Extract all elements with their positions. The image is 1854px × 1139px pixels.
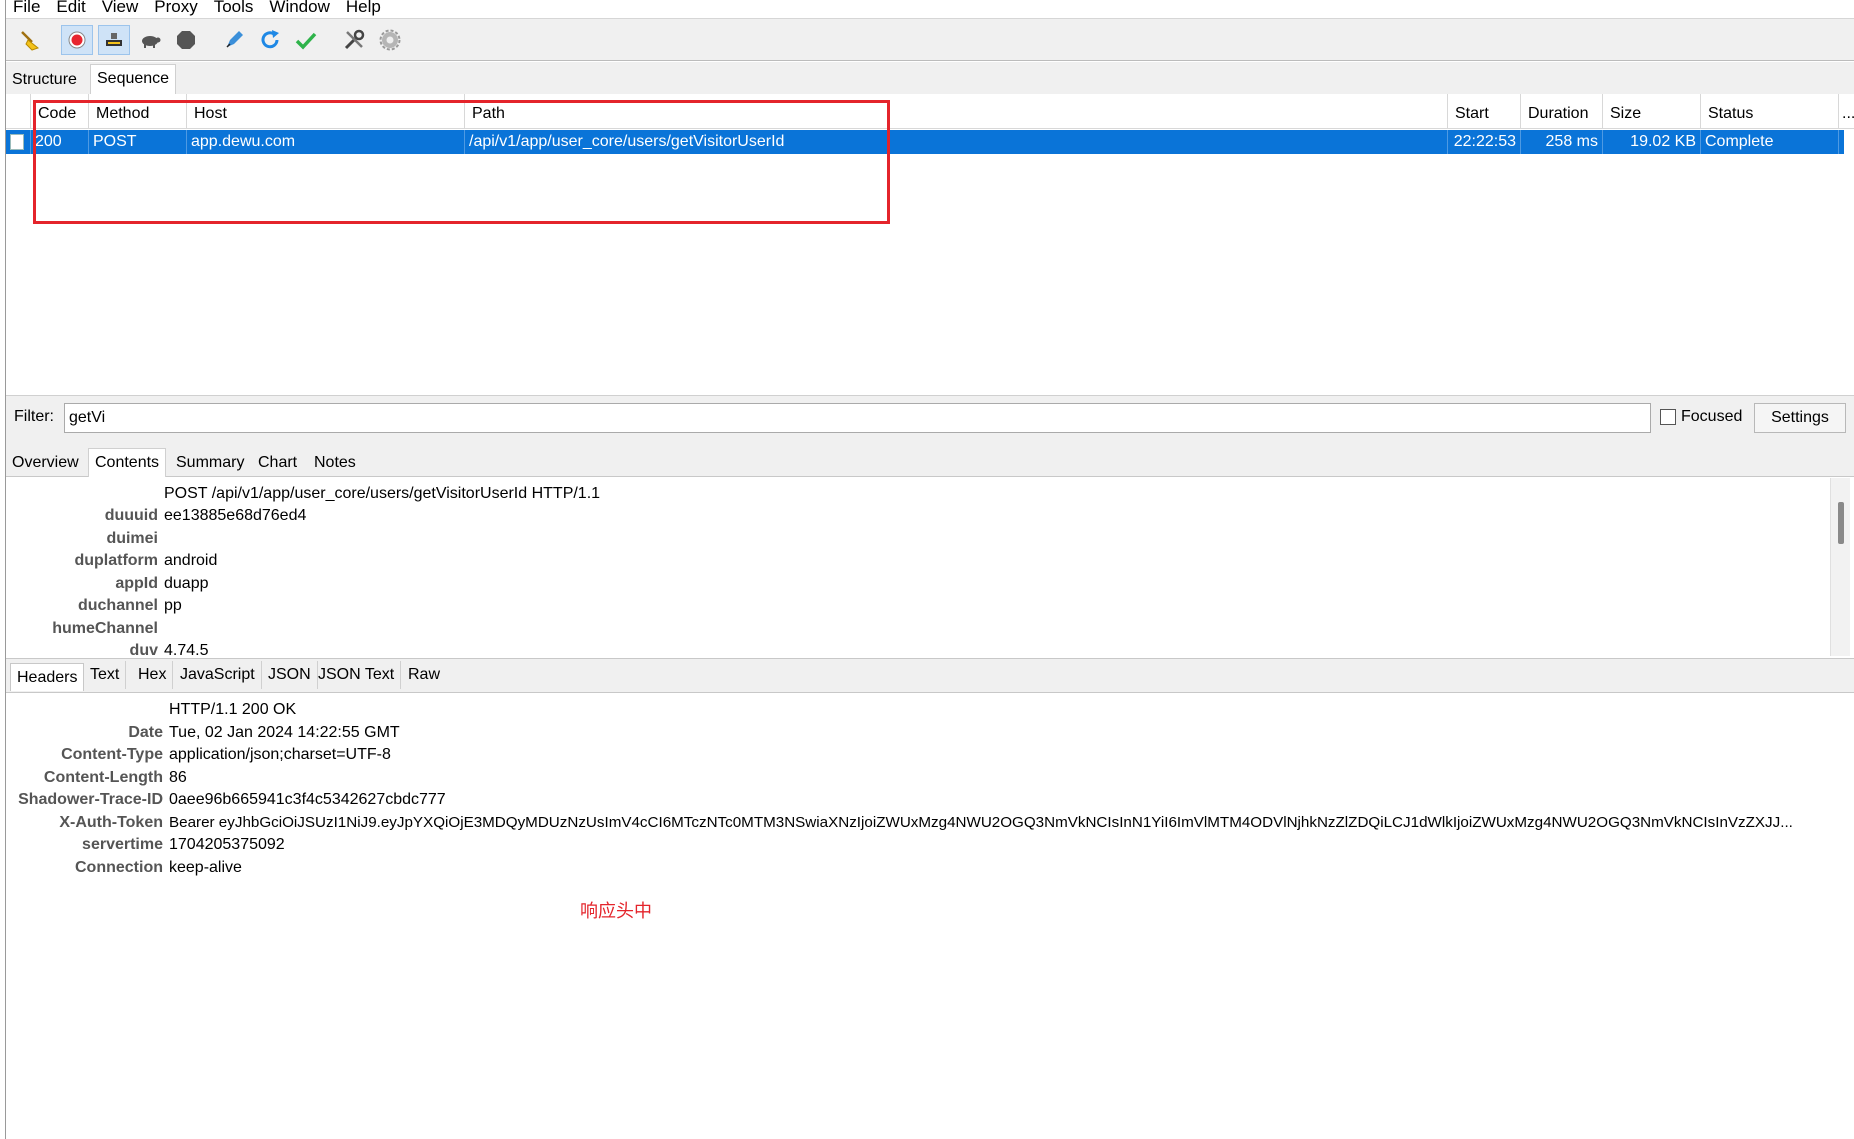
tab-chart[interactable]: Chart xyxy=(252,449,303,477)
menu-bar: File Edit View Proxy Tools Window Help xyxy=(6,0,1854,18)
filter-label: Filter: xyxy=(14,408,54,425)
response-headers-panel: HTTP/1.1 200 OK Date Tue, 02 Jan 2024 14… xyxy=(6,693,1854,1139)
tab-structure[interactable]: Structure xyxy=(6,66,83,94)
response-header-row: X-Auth-Token Bearer eyJhbGciOiJSUzI1NiJ9… xyxy=(59,814,1793,831)
col-start[interactable]: Start xyxy=(1448,94,1521,129)
tab-overview[interactable]: Overview xyxy=(6,449,85,477)
filter-input[interactable] xyxy=(64,403,1651,433)
response-header-row: servertime 1704205375092 xyxy=(82,836,285,853)
pen-icon[interactable] xyxy=(218,25,250,55)
col-status[interactable]: Status xyxy=(1701,94,1839,129)
tab-json-text[interactable]: JSON Text xyxy=(312,661,402,689)
cell-code: 200 xyxy=(31,130,89,154)
broom-icon[interactable] xyxy=(14,25,46,55)
request-header-row: duv 4.74.5 xyxy=(129,642,209,658)
col-size[interactable]: Size xyxy=(1603,94,1701,129)
stop-icon[interactable] xyxy=(170,25,202,55)
col-code[interactable]: Code xyxy=(31,94,89,129)
tools-icon[interactable] xyxy=(338,25,370,55)
menu-edit[interactable]: Edit xyxy=(56,0,85,15)
view-tabs: Structure Sequence xyxy=(6,62,1854,94)
refresh-icon[interactable] xyxy=(254,25,286,55)
col-path[interactable]: Path xyxy=(465,94,1448,129)
filter-bar: Filter: Focused Settings xyxy=(6,395,1854,447)
response-header-row: Content-Length 86 xyxy=(43,769,187,786)
request-header-row: appId duapp xyxy=(115,575,209,592)
response-header-row: Connection keep-alive xyxy=(75,859,242,876)
col-host[interactable]: Host xyxy=(187,94,465,129)
response-header-row: Shadower-Trace-ID 0aee96b665941c3f4c5342… xyxy=(18,791,446,808)
request-header-row: duimei xyxy=(106,530,158,547)
table-header: Code Method Host Path Start Duration Siz… xyxy=(6,94,1854,129)
turtle-icon[interactable] xyxy=(134,25,166,55)
cell-duration: 258 ms xyxy=(1521,130,1603,154)
check-icon[interactable] xyxy=(290,25,322,55)
scrollbar-thumb[interactable] xyxy=(1838,502,1844,544)
header-icon-col xyxy=(6,94,31,129)
focused-toggle[interactable]: Focused xyxy=(1660,408,1742,426)
cell-host: app.dewu.com xyxy=(187,130,465,154)
tab-json[interactable]: JSON xyxy=(262,661,318,689)
tab-notes[interactable]: Notes xyxy=(308,449,362,477)
menu-help[interactable]: Help xyxy=(346,0,381,15)
response-status-line: HTTP/1.1 200 OK xyxy=(169,701,297,718)
table-row[interactable]: 200 POST app.dewu.com /api/v1/app/user_c… xyxy=(6,130,1844,154)
request-header-row: humeChannel xyxy=(52,620,158,637)
response-header-row: Content-Type application/json;charset=UT… xyxy=(61,746,391,763)
menu-window[interactable]: Window xyxy=(269,0,329,15)
toolbar xyxy=(6,18,1854,61)
request-scrollbar[interactable] xyxy=(1830,478,1850,656)
request-headers-panel: POST /api/v1/app/user_core/users/getVisi… xyxy=(6,478,1854,658)
settings-button[interactable]: Settings xyxy=(1754,403,1846,433)
annotation-note: 响应头中 xyxy=(580,901,652,921)
request-header-row: duchannel pp xyxy=(77,597,182,614)
tab-javascript[interactable]: JavaScript xyxy=(174,661,262,689)
menu-file[interactable]: File xyxy=(13,0,40,15)
detail-tabs: Overview Contents Summary Chart Notes xyxy=(6,447,1854,477)
throttle-icon[interactable] xyxy=(98,25,130,55)
request-header-row: duuuid ee13885e68d76ed4 xyxy=(104,507,307,524)
tab-sequence[interactable]: Sequence xyxy=(90,64,177,94)
menu-tools[interactable]: Tools xyxy=(214,0,254,15)
tab-summary[interactable]: Summary xyxy=(170,449,250,477)
request-line: POST /api/v1/app/user_core/users/getVisi… xyxy=(164,485,601,502)
col-method[interactable]: Method xyxy=(89,94,187,129)
tab-hex[interactable]: Hex xyxy=(132,661,174,689)
menu-view[interactable]: View xyxy=(102,0,139,15)
request-table: Code Method Host Path Start Duration Siz… xyxy=(6,94,1854,394)
record-icon[interactable] xyxy=(61,25,93,55)
cell-size: 19.02 KB xyxy=(1603,130,1701,154)
response-tabs: Headers Text Hex JavaScript JSON JSON Te… xyxy=(6,658,1854,693)
response-header-row: Date Tue, 02 Jan 2024 14:22:55 GMT xyxy=(128,724,400,741)
focused-checkbox[interactable] xyxy=(1660,409,1676,425)
col-duration[interactable]: Duration xyxy=(1521,94,1603,129)
cell-path: /api/v1/app/user_core/users/getVisitorUs… xyxy=(465,130,1448,154)
focused-label: Focused xyxy=(1681,408,1743,425)
tab-contents[interactable]: Contents xyxy=(88,448,167,477)
cell-start: 22:22:53 xyxy=(1448,130,1521,154)
tab-headers[interactable]: Headers xyxy=(10,663,85,691)
menu-proxy[interactable]: Proxy xyxy=(154,0,197,15)
cell-status: Complete xyxy=(1701,130,1839,154)
col-more[interactable]: ... xyxy=(1839,94,1854,129)
cell-method: POST xyxy=(89,130,187,154)
request-header-row: duplatform android xyxy=(74,552,218,569)
gear-icon[interactable] xyxy=(374,25,406,55)
tab-raw[interactable]: Raw xyxy=(402,661,446,689)
row-type-icon xyxy=(6,130,31,154)
tab-text[interactable]: Text xyxy=(84,661,127,689)
